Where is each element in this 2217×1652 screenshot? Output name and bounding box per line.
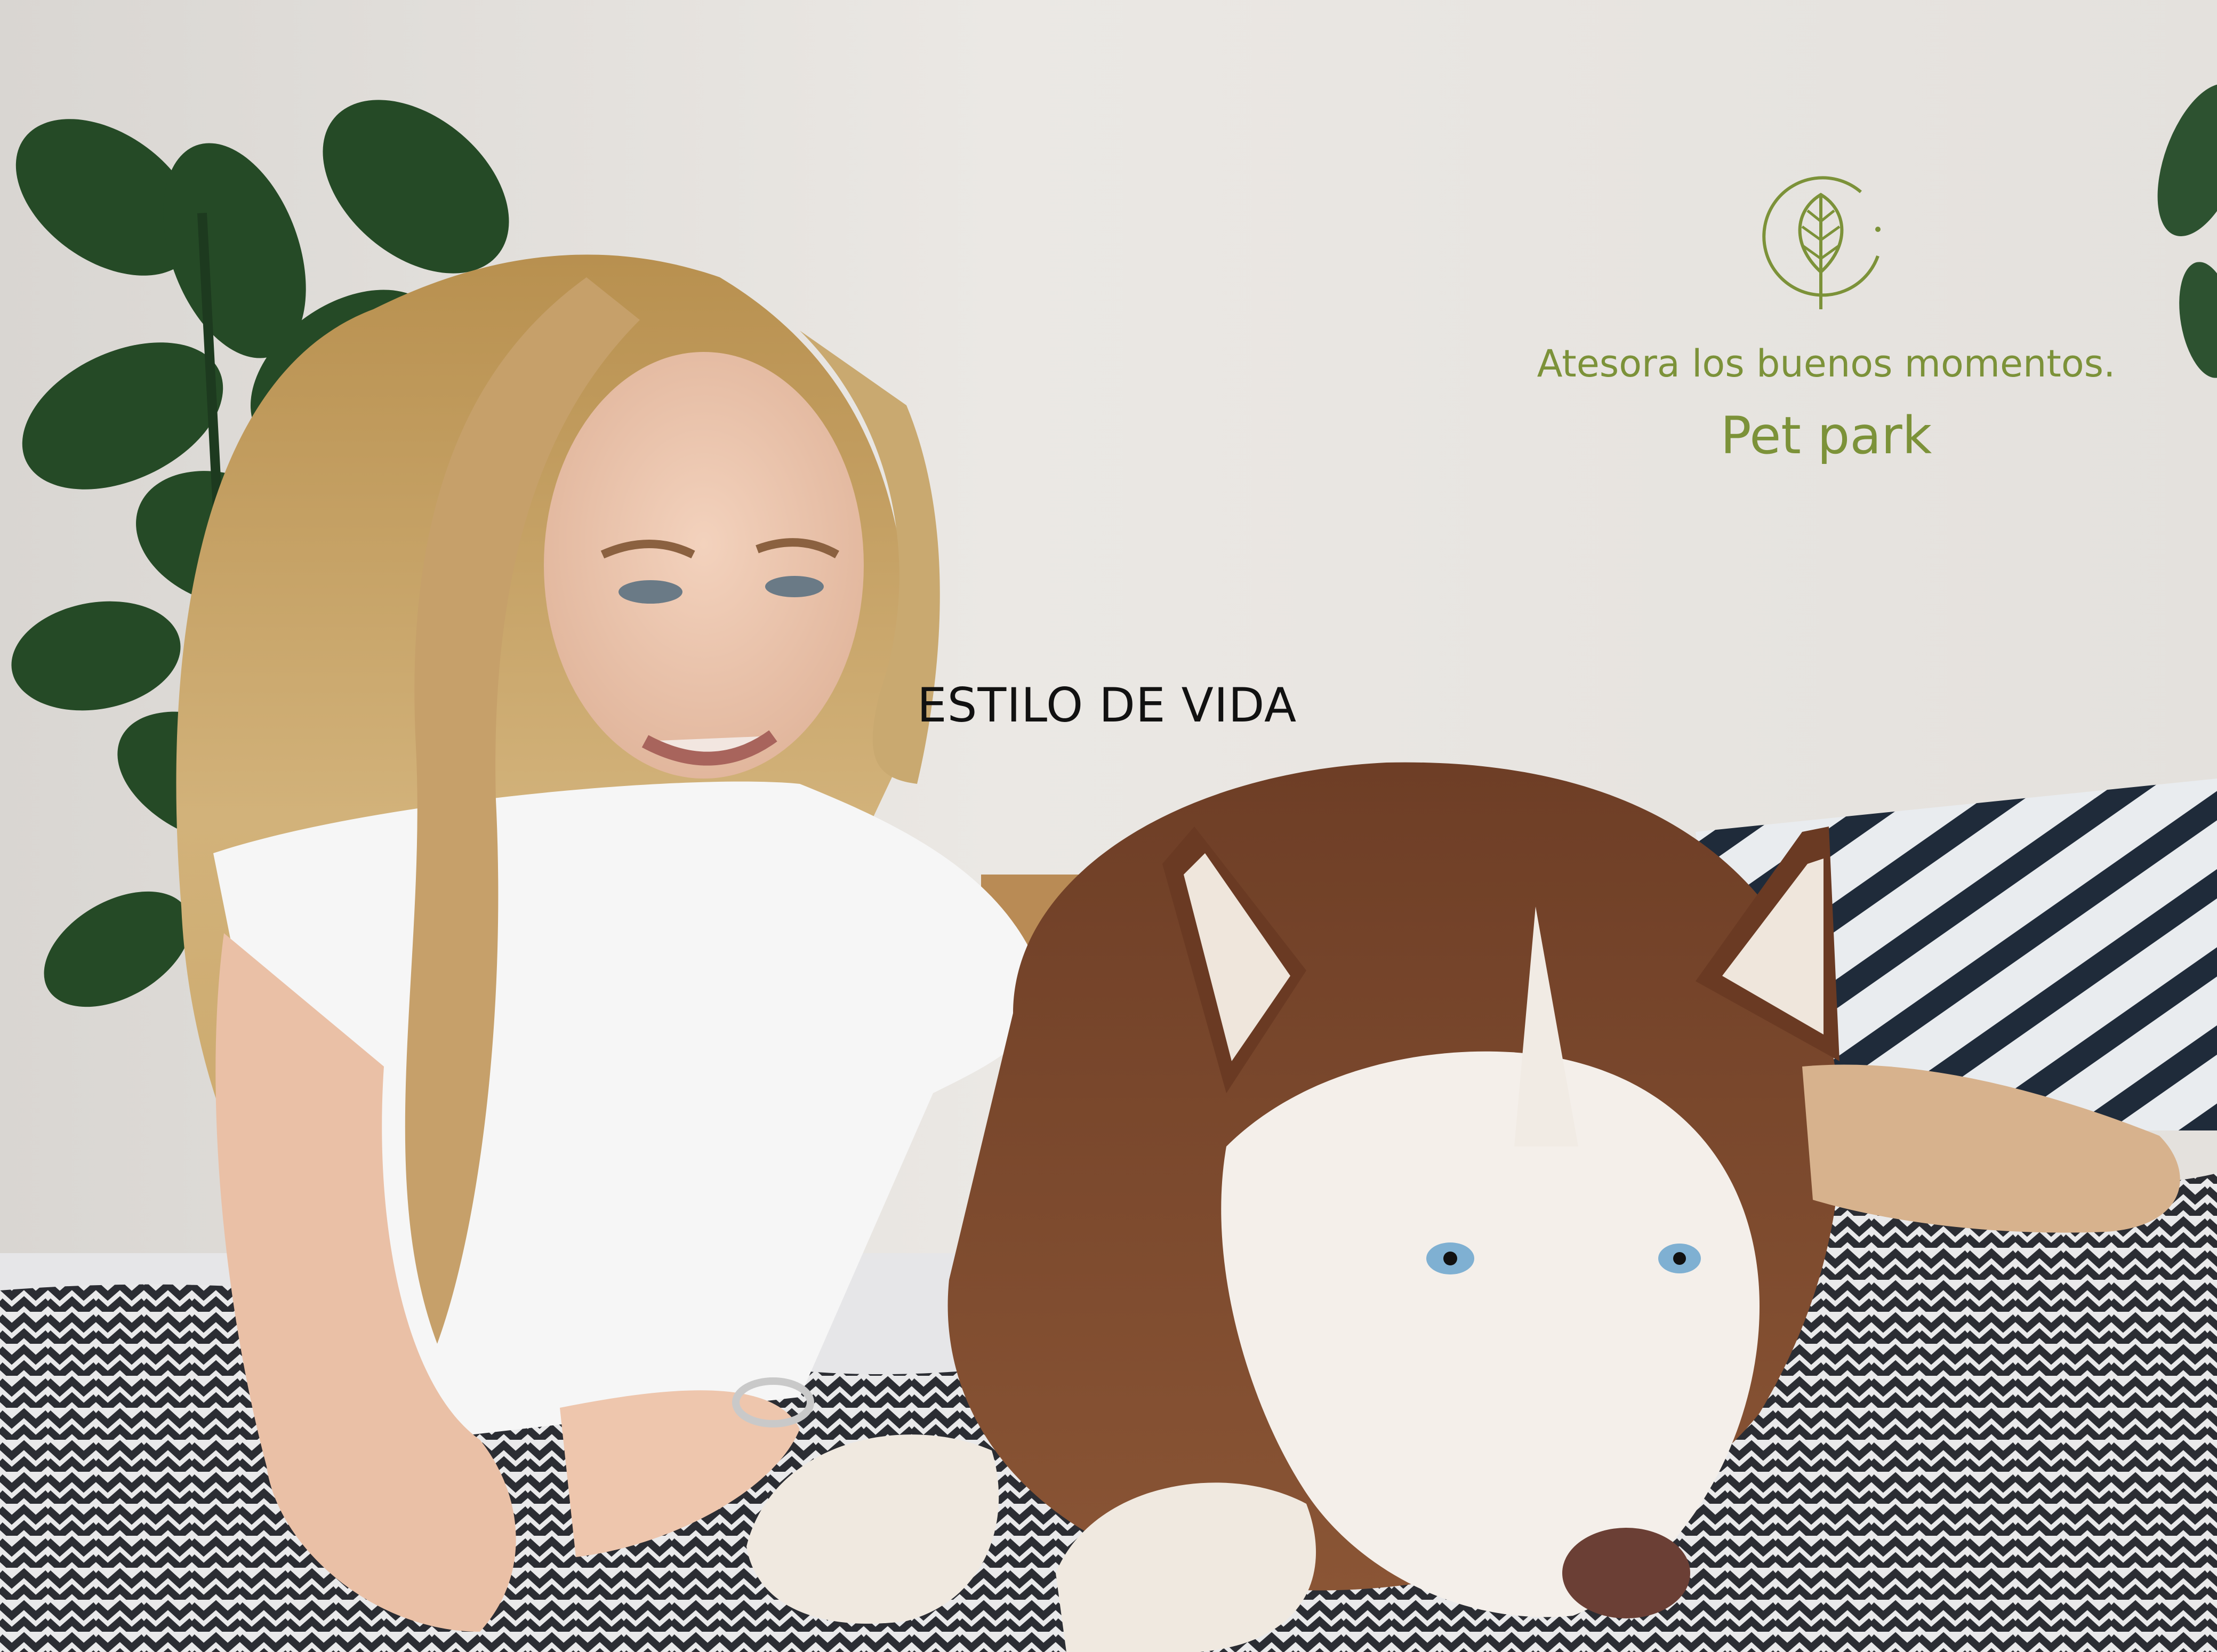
brand-name: Pet park [1720, 406, 1932, 466]
brand-block: Atesora los buenos momentos. Pet park [1493, 171, 2159, 491]
brand-tagline: Atesora los buenos momentos. [1537, 342, 2116, 386]
lifestyle-headline: ESTILO DE VIDA [917, 678, 1297, 733]
leaf-circle-logo-icon [1762, 176, 1881, 309]
